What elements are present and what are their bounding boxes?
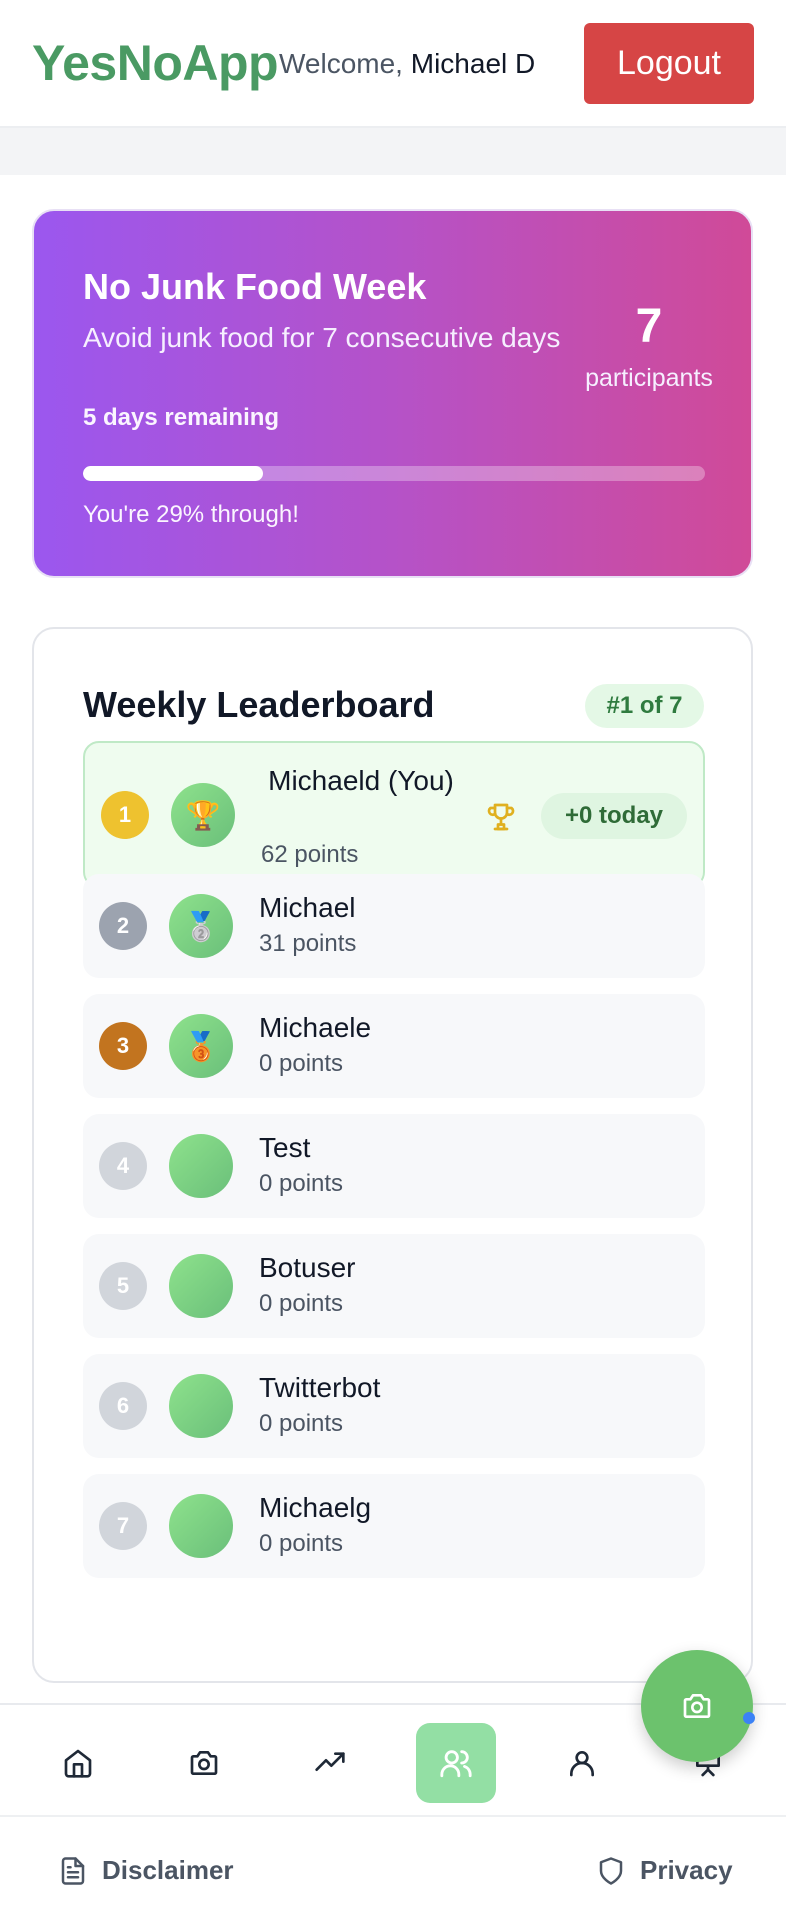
app-header: YesNoApp Welcome, Michael D Logout — [0, 0, 786, 128]
rank-number: 2 — [99, 902, 147, 950]
player-name: Michaele — [259, 1012, 372, 1043]
logout-button[interactable]: Logout — [584, 23, 754, 104]
challenge-progress-bar — [83, 466, 705, 481]
trending-up-icon — [315, 1752, 345, 1771]
bronze-medal-icon: 🥉 — [183, 1030, 219, 1062]
nav-trends[interactable] — [290, 1723, 370, 1803]
player-name: Michaelg — [259, 1492, 372, 1523]
rank-badge: #1 of 7 — [585, 684, 704, 728]
nav-profile[interactable] — [542, 1723, 622, 1803]
trophy-icon — [487, 803, 515, 831]
challenge-title: No Junk Food Week — [83, 266, 427, 307]
notification-dot — [743, 1712, 755, 1724]
home-icon — [64, 1749, 92, 1778]
rank-number: 7 — [99, 1502, 147, 1550]
camera-icon — [683, 1694, 711, 1718]
participants-count: 7 — [635, 300, 663, 353]
document-icon — [61, 1856, 85, 1885]
player-points: 0 points — [259, 1410, 344, 1437]
avatar — [169, 1374, 233, 1438]
player-points: 62 points — [261, 841, 359, 868]
disclaimer-label: Disclaimer — [102, 1855, 234, 1885]
leaderboard-row[interactable]: 2 🥈 Michael 31 points — [83, 874, 705, 978]
leaderboard-row[interactable]: 6 Twitterbot 0 points — [83, 1354, 705, 1458]
challenge-progress-fill — [83, 466, 264, 481]
rank-number: 1 — [101, 791, 149, 839]
leaderboard-row[interactable]: 1 🏆 Michaeld (You) 62 points +0 today — [83, 741, 705, 888]
leaderboard-title: Weekly Leaderboard — [83, 684, 435, 725]
nav-home[interactable] — [38, 1723, 118, 1803]
welcome-prefix: Welcome, — [279, 48, 403, 79]
avatar — [169, 1134, 233, 1198]
privacy-label: Privacy — [640, 1855, 733, 1885]
challenge-remaining: 5 days remaining — [83, 404, 280, 431]
nav-community[interactable] — [416, 1723, 496, 1803]
avatar — [169, 1254, 233, 1318]
challenge-progress-text: You're 29% through! — [83, 501, 299, 528]
avatar: 🏆 — [171, 783, 235, 847]
player-name: Test — [259, 1132, 311, 1163]
leaderboard-row[interactable]: 5 Botuser 0 points — [83, 1234, 705, 1338]
trophy-medal-icon: 🏆 — [185, 799, 221, 831]
camera-icon — [190, 1751, 218, 1775]
player-points: 0 points — [259, 1290, 344, 1317]
player-name: Michael — [259, 892, 356, 923]
app-logo[interactable]: YesNoApp — [32, 34, 279, 92]
user-icon — [570, 1751, 594, 1777]
challenge-card[interactable]: No Junk Food Week Avoid junk food for 7 … — [32, 209, 753, 578]
player-name: Michaeld (You) — [268, 765, 454, 796]
leaderboard-card: Weekly Leaderboard #1 of 7 1 🏆 Michaeld … — [32, 627, 753, 1683]
today-points-badge: +0 today — [541, 793, 687, 839]
challenge-description: Avoid junk food for 7 consecutive days — [83, 322, 561, 353]
silver-medal-icon: 🥈 — [183, 910, 219, 942]
leaderboard-row[interactable]: 7 Michaelg 0 points — [83, 1474, 705, 1578]
privacy-link[interactable]: Privacy — [596, 1855, 733, 1886]
rank-number: 3 — [99, 1022, 147, 1070]
avatar: 🥈 — [169, 894, 233, 958]
username: Michael D — [410, 48, 536, 79]
player-name: Botuser — [259, 1252, 356, 1283]
player-points: 0 points — [259, 1170, 344, 1197]
leaderboard-row[interactable]: 4 Test 0 points — [83, 1114, 705, 1218]
player-points: 0 points — [259, 1530, 344, 1557]
shield-icon — [599, 1856, 623, 1885]
nav-camera[interactable] — [164, 1723, 244, 1803]
camera-fab-button[interactable] — [641, 1650, 753, 1762]
rank-number: 5 — [99, 1262, 147, 1310]
player-points: 0 points — [259, 1050, 344, 1077]
disclaimer-link[interactable]: Disclaimer — [58, 1855, 234, 1886]
avatar: 🥉 — [169, 1014, 233, 1078]
participants-label: participants — [585, 364, 713, 392]
rank-number: 4 — [99, 1142, 147, 1190]
player-points: 31 points — [259, 930, 357, 957]
leaderboard-row[interactable]: 3 🥉 Michaele 0 points — [83, 994, 705, 1098]
users-icon — [440, 1750, 472, 1778]
player-name: Twitterbot — [259, 1372, 381, 1403]
welcome-text: Welcome, Michael D — [279, 48, 535, 80]
rank-number: 6 — [99, 1382, 147, 1430]
footer: Disclaimer Privacy — [0, 1815, 786, 1924]
avatar — [169, 1494, 233, 1558]
